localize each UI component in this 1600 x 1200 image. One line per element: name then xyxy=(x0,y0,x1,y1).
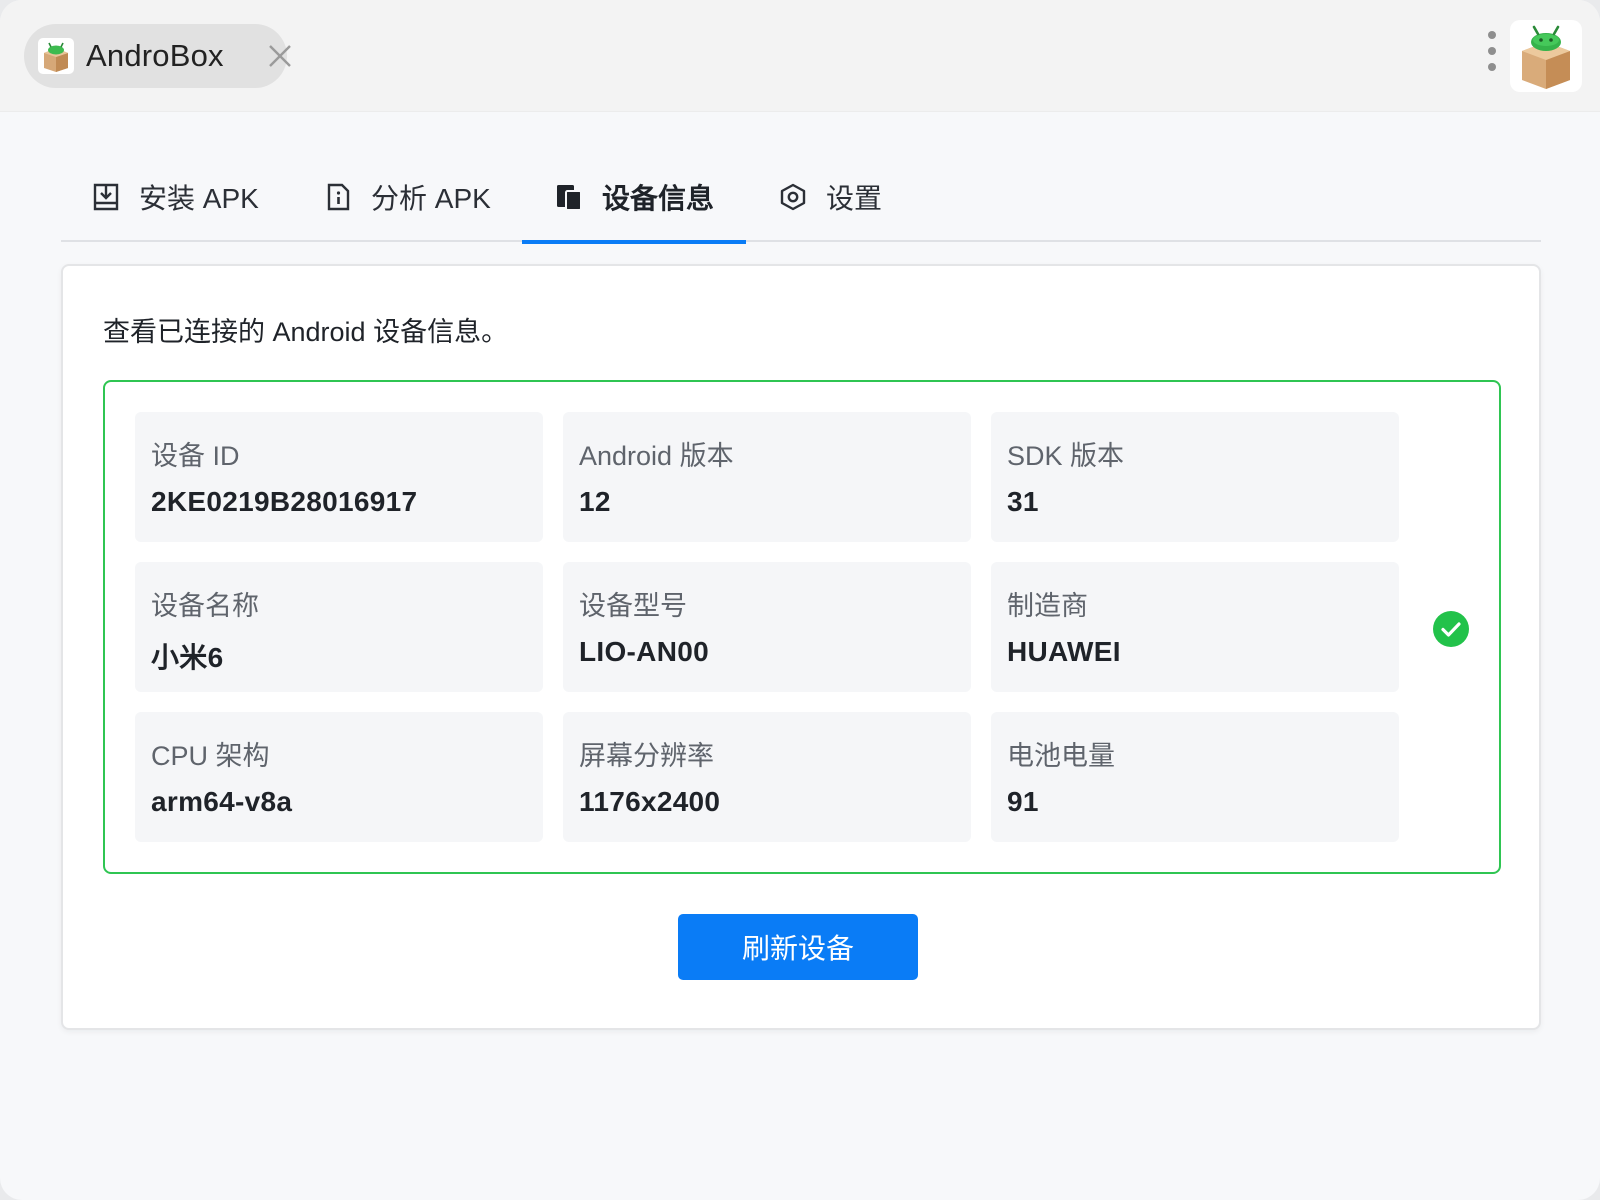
tab-device-info-label: 设备信息 xyxy=(602,183,715,214)
tab-install-apk[interactable]: 安装 APK xyxy=(91,152,259,242)
field-value: LIO-AN00 xyxy=(579,636,709,667)
androbox-logo-icon xyxy=(1522,25,1570,89)
tab-analyze-apk-label: 分析 APK xyxy=(371,183,491,214)
settings-icon xyxy=(780,183,806,211)
field-manufacturer: 制造商 HUAWEI xyxy=(991,562,1399,692)
field-label: SDK 版本 xyxy=(1007,441,1125,471)
field-device-id: 设备 ID 2KE0219B28016917 xyxy=(135,412,543,542)
field-label: 屏幕分辨率 xyxy=(579,741,714,771)
field-value: 31 xyxy=(1007,486,1039,517)
field-value: HUAWEI xyxy=(1007,636,1121,667)
active-tab-indicator xyxy=(522,240,747,244)
androbox-logo xyxy=(1510,20,1582,92)
device-card: 设备 ID 2KE0219B28016917 Android 版本 12 SDK… xyxy=(103,380,1501,874)
field-label: 设备型号 xyxy=(579,591,687,621)
field-android-version: Android 版本 12 xyxy=(563,412,971,542)
field-sdk-version: SDK 版本 31 xyxy=(991,412,1399,542)
field-value: 12 xyxy=(579,486,611,517)
refresh-device-button[interactable]: 刷新设备 xyxy=(678,914,918,980)
tab-analyze-apk[interactable]: 分析 APK xyxy=(323,152,491,242)
close-icon[interactable] xyxy=(266,42,294,70)
field-cpu-arch: CPU 架构 arm64-v8a xyxy=(135,712,543,842)
device-icon xyxy=(557,185,582,211)
check-circle-icon xyxy=(1433,611,1469,647)
more-vertical-icon[interactable] xyxy=(1482,31,1502,79)
main-nav-tabs: 安装 APK 分析 APK 设备信息 设置 xyxy=(61,152,1541,244)
document-info-icon xyxy=(327,183,350,211)
install-icon xyxy=(93,183,119,211)
app-tab-title: AndroBox xyxy=(86,38,224,73)
tab-settings[interactable]: 设置 xyxy=(778,152,882,242)
app-window: AndroBox 安装 APK 分析 APK 设备信息 设置 查看已连接的 An… xyxy=(0,0,1600,1200)
tab-install-apk-label: 安装 APK xyxy=(139,183,259,214)
field-value: 小米6 xyxy=(151,642,224,673)
field-label: Android 版本 xyxy=(579,441,734,471)
androbox-logo-icon xyxy=(38,38,74,74)
field-label: CPU 架构 xyxy=(151,741,270,771)
app-tab[interactable]: AndroBox xyxy=(24,24,291,88)
device-info-panel: 查看已连接的 Android 设备信息。 设备 ID 2KE0219B28016… xyxy=(61,264,1541,1030)
field-device-name: 设备名称 小米6 xyxy=(135,562,543,692)
field-battery-level: 电池电量 91 xyxy=(991,712,1399,842)
field-value: 91 xyxy=(1007,786,1039,817)
panel-description: 查看已连接的 Android 设备信息。 xyxy=(103,317,509,347)
tab-settings-label: 设置 xyxy=(826,183,883,214)
field-value: arm64-v8a xyxy=(151,786,293,817)
title-bar: AndroBox xyxy=(0,0,1600,112)
field-label: 电池电量 xyxy=(1007,741,1115,771)
field-label: 制造商 xyxy=(1007,591,1088,621)
tab-device-info[interactable]: 设备信息 xyxy=(522,152,747,244)
field-value: 1176x2400 xyxy=(579,786,721,817)
field-value: 2KE0219B28016917 xyxy=(151,486,418,517)
field-label: 设备名称 xyxy=(151,591,259,621)
field-label: 设备 ID xyxy=(151,441,240,471)
field-device-model: 设备型号 LIO-AN00 xyxy=(563,562,971,692)
field-screen-resolution: 屏幕分辨率 1176x2400 xyxy=(563,712,971,842)
